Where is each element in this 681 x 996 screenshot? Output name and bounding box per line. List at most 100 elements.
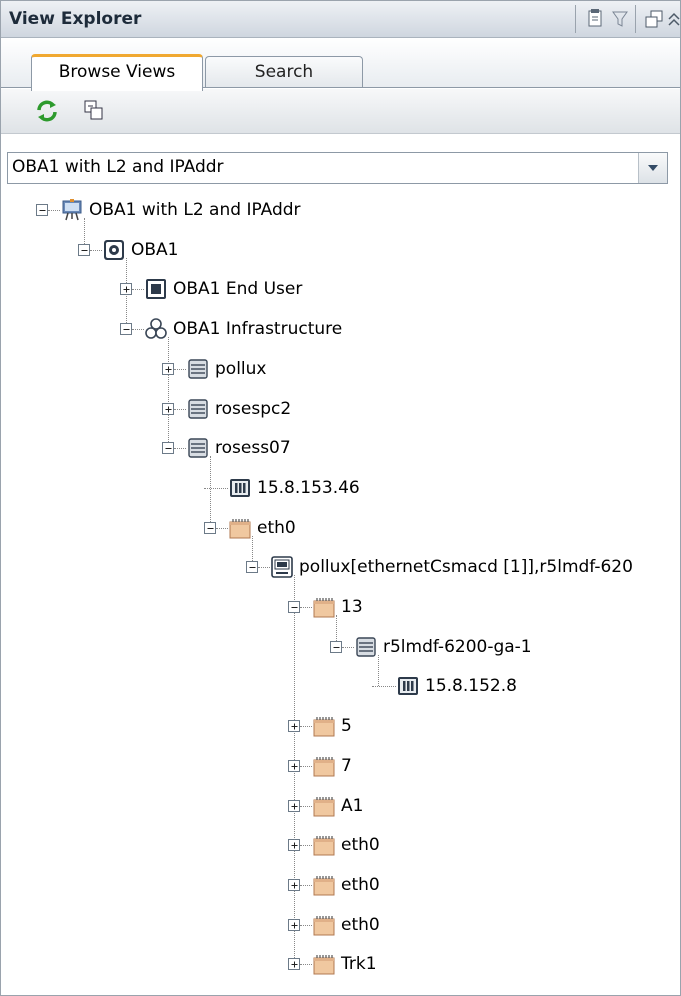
view-toolbar — [1, 89, 680, 134]
tree-node[interactable]: eth0 — [1, 911, 680, 939]
restore-icon[interactable] — [642, 7, 666, 31]
view-selector-value: OBA1 with L2 and IPAddr — [12, 157, 224, 177]
tree-connector — [168, 337, 169, 449]
interface-icon — [228, 516, 252, 540]
collapse-toggle-icon[interactable] — [204, 521, 216, 534]
tree-connector — [174, 408, 186, 410]
tree-node-label: eth0 — [341, 874, 380, 895]
expand-toggle-icon[interactable] — [162, 362, 174, 375]
titlebar-separator — [575, 5, 576, 33]
tree-node[interactable]: eth0 — [1, 871, 680, 899]
tree-connector — [204, 487, 228, 489]
panel-title: View Explorer — [9, 9, 142, 29]
tree-node-label: OBA1 Infrastructure — [173, 319, 343, 340]
tree-node[interactable]: pollux — [1, 355, 680, 383]
tree-connector — [300, 924, 312, 926]
collapse-toggle-icon[interactable] — [246, 561, 258, 574]
tree-connector — [300, 805, 312, 807]
tree-node[interactable]: 7 — [1, 752, 680, 780]
collapse-toggle-icon[interactable] — [120, 323, 132, 336]
tree-connector — [132, 329, 144, 331]
ip-address-icon — [396, 674, 420, 698]
interface-icon — [312, 913, 336, 937]
tree-node[interactable]: 15.8.152.8 — [1, 672, 680, 700]
tree-node[interactable]: 15.8.153.46 — [1, 474, 680, 502]
connection-icon — [270, 555, 294, 579]
collapse-toggle-icon[interactable] — [330, 640, 342, 653]
tree-node-label: pollux — [215, 358, 267, 379]
tab-label: Browse Views — [58, 62, 176, 82]
tree-node[interactable]: OBA1 Infrastructure — [1, 315, 680, 343]
view-icon — [60, 198, 84, 222]
filter-icon[interactable] — [608, 7, 632, 31]
interface-icon — [312, 595, 336, 619]
server-icon — [186, 436, 210, 460]
tree-connector — [300, 964, 312, 966]
tree-node[interactable]: OBA1 — [1, 236, 680, 264]
collapse-toggle-icon[interactable] — [78, 243, 90, 256]
tree-node[interactable]: 13 — [1, 593, 680, 621]
tree-node-label: eth0 — [341, 914, 380, 935]
expand-toggle-icon[interactable] — [288, 958, 300, 971]
tree-connector — [216, 527, 228, 529]
expand-toggle-icon[interactable] — [162, 402, 174, 415]
tree-connector — [48, 210, 60, 211]
collapse-toggle-icon[interactable] — [162, 442, 174, 455]
tree-connector — [342, 646, 354, 648]
expand-toggle-icon[interactable] — [288, 839, 300, 852]
chevron-down-icon[interactable] — [638, 153, 667, 183]
end-user-icon — [144, 277, 168, 301]
tree-connector — [300, 884, 312, 886]
tree-node-label: OBA1 with L2 and IPAddr — [89, 200, 301, 220]
tree-node[interactable]: eth0 — [1, 514, 680, 542]
expand-toggle-icon[interactable] — [288, 918, 300, 931]
tree-connector — [300, 765, 312, 767]
document-icon[interactable] — [583, 7, 607, 31]
interface-icon — [312, 833, 336, 857]
tab-browse-views[interactable]: Browse Views — [31, 54, 203, 91]
tab-search[interactable]: Search — [205, 56, 363, 87]
interface-icon — [312, 873, 336, 897]
interface-icon — [312, 754, 336, 778]
tree-node[interactable]: 5 — [1, 712, 680, 740]
tree-node[interactable]: rosespc2 — [1, 395, 680, 423]
expand-toggle-icon[interactable] — [288, 878, 300, 891]
server-icon — [186, 357, 210, 381]
collapse-icon[interactable] — [665, 7, 680, 31]
ip-address-icon — [228, 476, 252, 500]
titlebar-separator — [635, 5, 636, 33]
tree-node[interactable]: Trk1 — [1, 950, 680, 978]
tree-connector — [300, 845, 312, 847]
tree-node-label: 5 — [341, 716, 352, 737]
refresh-icon[interactable] — [33, 97, 61, 125]
expand-toggle-icon[interactable] — [288, 799, 300, 812]
tree-node[interactable]: eth0 — [1, 831, 680, 859]
view-selector[interactable]: OBA1 with L2 and IPAddr — [7, 152, 668, 184]
tree-node-label: OBA1 End User — [173, 279, 303, 300]
tree-connector — [90, 249, 102, 251]
tree-node[interactable]: pollux[ethernetCsmacd [1]],r5lmdf-620 — [1, 553, 680, 581]
tab-label: Search — [254, 62, 314, 82]
tree-node-label: 7 — [341, 755, 352, 776]
tree-node[interactable]: rosess07 — [1, 434, 680, 462]
tree-node-label: 15.8.153.46 — [257, 477, 360, 498]
expand-toggle-icon[interactable] — [120, 283, 132, 296]
collapse-toggle-icon[interactable] — [288, 601, 300, 613]
tree-node[interactable]: OBA1 End User — [1, 275, 680, 303]
interface-icon — [312, 714, 336, 738]
panel-titlebar: View Explorer — [1, 1, 680, 38]
interface-icon — [312, 952, 336, 976]
collapse-toggle-icon[interactable] — [36, 204, 48, 216]
tree-node[interactable]: OBA1 with L2 and IPAddr — [1, 196, 680, 224]
expand-view-icon[interactable] — [79, 97, 107, 125]
tree-node-label: A1 — [341, 795, 364, 816]
tree-node[interactable]: r5lmdf-6200-ga-1 — [1, 633, 680, 661]
server-icon — [354, 635, 378, 659]
tree-connector — [132, 289, 144, 291]
tree-node-label: Trk1 — [341, 954, 377, 975]
tree-node-label: 15.8.152.8 — [425, 676, 517, 697]
expand-toggle-icon[interactable] — [288, 720, 300, 733]
tree-node[interactable]: A1 — [1, 792, 680, 820]
expand-toggle-icon[interactable] — [288, 759, 300, 772]
tree-node-label: rosespc2 — [215, 398, 292, 419]
